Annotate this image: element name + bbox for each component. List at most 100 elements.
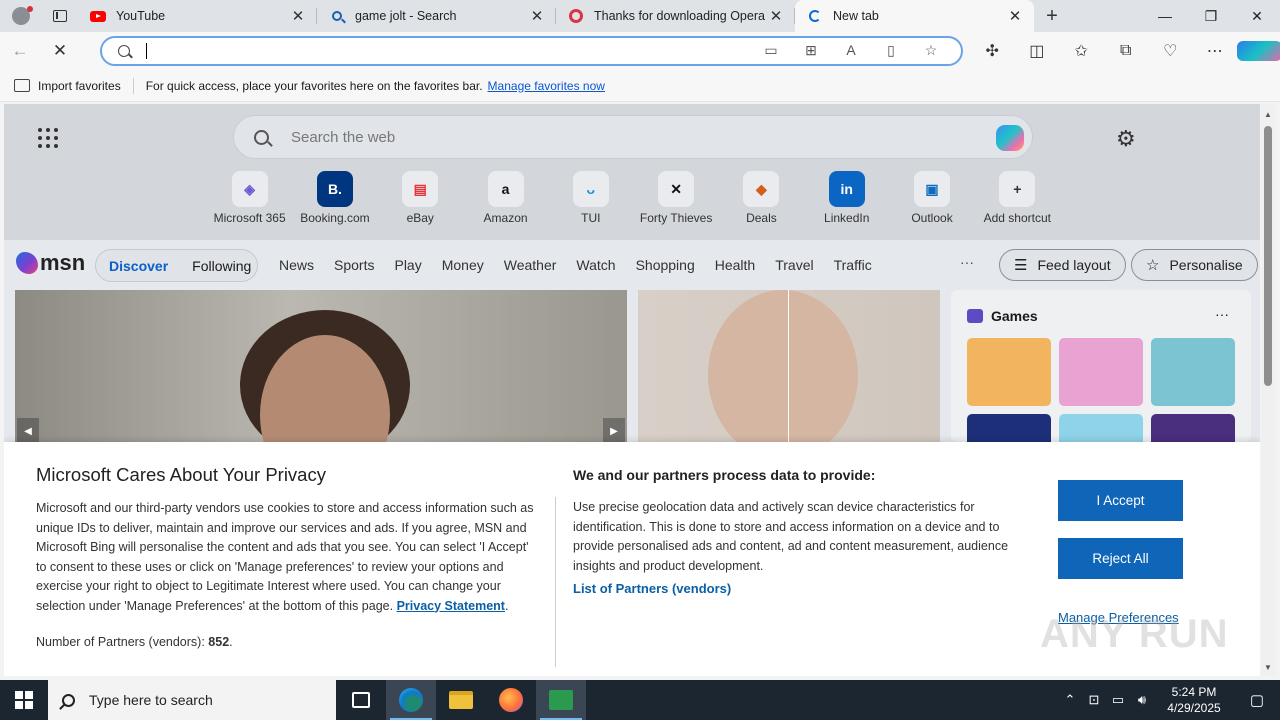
page-scrollbar[interactable]: ▲ ▼ [1261, 104, 1276, 676]
carousel-next-icon[interactable]: ▶ [603, 418, 625, 444]
shortcut-label: LinkedIn [824, 211, 870, 225]
taskbar-edge[interactable] [386, 680, 436, 720]
category-traffic[interactable]: Traffic [834, 257, 872, 273]
back-button[interactable]: ← [0, 32, 40, 70]
games-more-icon[interactable]: ··· [1215, 306, 1229, 322]
add-favorite-star-icon[interactable]: ☆ [911, 42, 951, 59]
start-button[interactable] [0, 680, 48, 720]
app-available-icon[interactable]: ⊞ [791, 42, 831, 59]
new-tab-button[interactable]: + [1034, 0, 1070, 32]
address-bar[interactable]: ▭ ⊞ A ▯ ☆ [100, 36, 963, 66]
category-news[interactable]: News [279, 257, 314, 273]
device-icon[interactable]: ⊡ [1082, 692, 1106, 708]
games-widget: Games ··· [951, 290, 1251, 482]
privacy-statement-link[interactable]: Privacy Statement [397, 599, 505, 613]
settings-more-icon[interactable]: ⋯ [1193, 32, 1238, 70]
taskbar-search[interactable]: Type here to search [48, 680, 336, 720]
shortcut-amazon[interactable]: a Amazon [463, 171, 548, 225]
games-icon [967, 309, 983, 323]
taskbar-firefox[interactable] [486, 680, 536, 720]
privacy-body-text: Microsoft and our third-party vendors us… [36, 501, 534, 613]
shortcut-microsoft-365[interactable]: ◈ Microsoft 365 [207, 171, 292, 225]
shortcut-ebay[interactable]: ▤ eBay [378, 171, 463, 225]
carousel-prev-icon[interactable]: ◀ [17, 418, 39, 444]
taskbar-file-explorer[interactable] [436, 680, 486, 720]
category-sports[interactable]: Sports [334, 257, 374, 273]
game-thumbnail[interactable] [1059, 338, 1143, 406]
hero-news-card[interactable] [15, 290, 627, 442]
copilot-icon[interactable] [996, 125, 1024, 151]
page-settings-gear-icon[interactable]: ⚙ [1116, 126, 1136, 152]
shortcut-booking-com[interactable]: B. Booking.com [292, 171, 377, 225]
opera-icon [568, 8, 584, 24]
game-thumbnail[interactable] [967, 338, 1051, 406]
more-categories-icon[interactable]: ··· [960, 254, 974, 270]
collections-icon[interactable]: ⧉ [1104, 32, 1149, 70]
list-of-partners-link[interactable]: List of Partners (vendors) [573, 581, 731, 596]
msn-logo[interactable]: msn [16, 250, 85, 276]
network-icon[interactable]: ▭ [1106, 692, 1130, 708]
category-weather[interactable]: Weather [504, 257, 557, 273]
tab-game-jolt-search[interactable]: game jolt - Search ✕ [317, 0, 556, 32]
tab-strip: YouTube ✕ game jolt - Search ✕ Thanks fo… [0, 0, 1280, 32]
show-hidden-icons-chevron-icon[interactable]: ⌃ [1058, 692, 1082, 708]
profile-avatar[interactable] [0, 0, 42, 32]
reject-all-button[interactable]: Reject All [1058, 538, 1183, 579]
amazon-icon: a [487, 171, 524, 207]
extensions-icon[interactable]: ✣ [970, 32, 1015, 70]
task-view-button[interactable] [336, 680, 386, 720]
immersive-reader-icon[interactable]: ▯ [871, 42, 911, 59]
close-tab-icon[interactable]: ✕ [1006, 7, 1024, 25]
category-shopping[interactable]: Shopping [636, 257, 695, 273]
close-tab-icon[interactable]: ✕ [289, 7, 307, 25]
shortcut-linkedin[interactable]: in LinkedIn [804, 171, 889, 225]
manage-favorites-link[interactable]: Manage favorites now [488, 79, 605, 93]
read-aloud-icon[interactable]: A [831, 42, 871, 59]
shortcut-forty-thieves[interactable]: ✕ Forty Thieves [633, 171, 718, 225]
accept-button[interactable]: I Accept [1058, 480, 1183, 521]
favorites-bar: Import favorites For quick access, place… [0, 70, 1280, 102]
restore-icon[interactable]: ❐ [1188, 0, 1234, 32]
shortcut-tui[interactable]: ᴗ TUI [548, 171, 633, 225]
side-card-divider [788, 290, 789, 442]
shortcut-outlook[interactable]: ▣ Outlook [889, 171, 974, 225]
feed-layout-button[interactable]: ☰ Feed layout [999, 249, 1126, 281]
side-news-card[interactable] [638, 290, 940, 442]
favorites-icon[interactable]: ✩ [1059, 32, 1104, 70]
tab-discover[interactable]: Discover [109, 258, 168, 274]
category-travel[interactable]: Travel [775, 257, 813, 273]
app-launcher-icon[interactable] [38, 128, 58, 148]
tab-new-tab[interactable]: New tab ✕ [795, 0, 1034, 32]
clock[interactable]: 5:24 PM 4/29/2025 [1154, 684, 1234, 716]
import-favorites-button[interactable]: Import favorites [38, 79, 121, 93]
stop-loading-button[interactable]: ✕ [40, 32, 80, 70]
volume-icon[interactable]: 🔊︎ [1130, 692, 1154, 708]
scrollbar-thumb[interactable] [1264, 126, 1272, 386]
notifications-icon[interactable]: ▢ [1234, 691, 1280, 709]
split-screen-icon[interactable]: ◫ [1015, 32, 1060, 70]
clock-date: 4/29/2025 [1167, 701, 1221, 715]
scroll-down-icon[interactable]: ▼ [1264, 663, 1272, 672]
tab-youtube[interactable]: YouTube ✕ [78, 0, 317, 32]
personalise-button[interactable]: ☆ Personalise [1131, 249, 1258, 281]
category-money[interactable]: Money [442, 257, 484, 273]
scroll-up-icon[interactable]: ▲ [1264, 110, 1272, 119]
copilot-button[interactable] [1237, 32, 1280, 70]
tab-opera[interactable]: Thanks for downloading Opera ✕ [556, 0, 795, 32]
browser-essentials-icon[interactable]: ♡ [1148, 32, 1193, 70]
category-health[interactable]: Health [715, 257, 755, 273]
web-search-box[interactable]: Search the web [233, 115, 1033, 159]
taskbar-app-green[interactable] [536, 680, 586, 720]
close-tab-icon[interactable]: ✕ [767, 7, 785, 25]
minimize-icon[interactable]: — [1142, 0, 1188, 32]
shortcut-add-shortcut[interactable]: + Add shortcut [975, 171, 1060, 225]
category-play[interactable]: Play [394, 257, 421, 273]
close-tab-icon[interactable]: ✕ [528, 7, 546, 25]
shortcut-deals[interactable]: ◆ Deals [719, 171, 804, 225]
category-watch[interactable]: Watch [576, 257, 615, 273]
tab-following[interactable]: Following [192, 258, 251, 274]
close-window-icon[interactable]: ✕ [1234, 0, 1280, 32]
cast-icon[interactable]: ▭ [751, 42, 791, 59]
tab-actions-button[interactable] [42, 0, 78, 32]
game-thumbnail[interactable] [1151, 338, 1235, 406]
